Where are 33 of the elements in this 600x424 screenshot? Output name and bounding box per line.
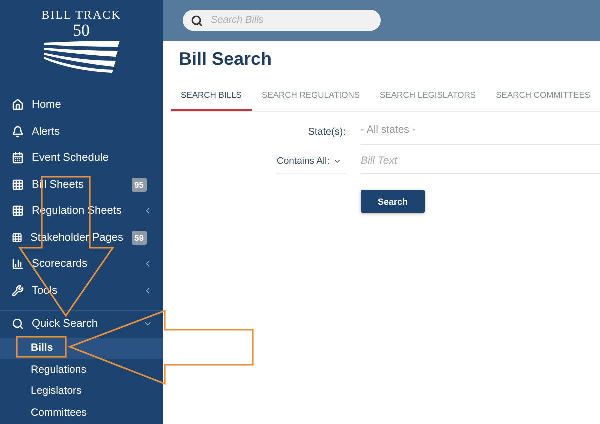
logo-number: 50: [73, 23, 90, 39]
sidebar-item[interactable]: Scorecards: [0, 251, 163, 278]
page-title: Bill Search: [179, 49, 274, 70]
bar-chart-icon: [12, 258, 24, 270]
submenu-item[interactable]: Legislators: [0, 380, 163, 402]
logo-text: BILL TRACK: [42, 8, 122, 23]
bill-text-field[interactable]: Bill Text: [361, 155, 600, 174]
mode-label: Contains All:: [277, 156, 330, 167]
highlight-frame: [16, 336, 67, 358]
chevron-down-icon: [332, 157, 342, 166]
field-label: State(s):: [307, 127, 346, 140]
grid-icon: [12, 205, 24, 218]
match-mode-dropdown[interactable]: Contains All:: [277, 156, 346, 174]
grid-icon: [12, 232, 23, 244]
search-field[interactable]: Search Bills: [183, 10, 381, 31]
count-badge: 59: [132, 230, 147, 245]
tab[interactable]: SEARCH BILLS: [171, 80, 252, 111]
search-input[interactable]: Search Bills: [209, 14, 363, 27]
sidebar-item[interactable]: Event Schedule: [0, 145, 163, 172]
home-icon: [12, 99, 24, 112]
search-icon: [191, 14, 203, 26]
grid-icon: [12, 178, 24, 191]
bell-icon: [12, 126, 24, 138]
wrench-icon: [12, 284, 24, 297]
submenu-item[interactable]: Regulations: [0, 359, 163, 380]
count-badge: 95: [132, 178, 147, 192]
submenu-item[interactable]: Committees: [0, 402, 163, 424]
submenu-item[interactable]: Bills: [0, 338, 163, 359]
sidebar-item[interactable]: Alerts: [0, 118, 163, 145]
search-button[interactable]: Search: [361, 190, 425, 213]
sidebar-item[interactable]: Home: [0, 92, 163, 118]
calendar-icon: [12, 152, 24, 164]
search-icon: [12, 318, 24, 330]
